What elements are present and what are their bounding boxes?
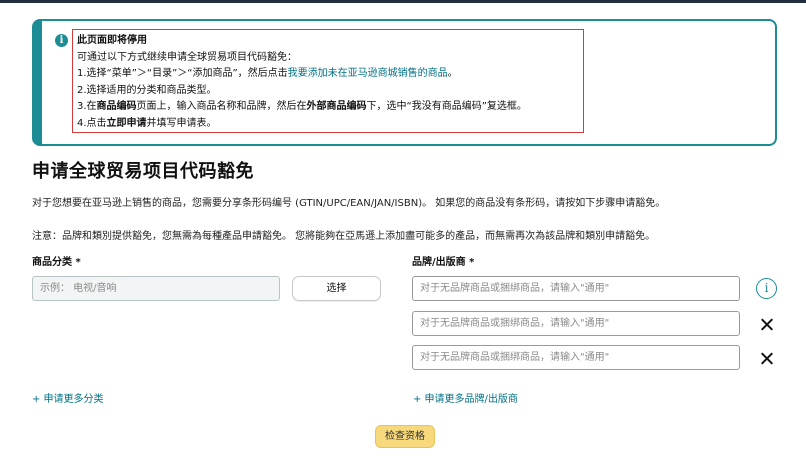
close-icon[interactable] (760, 352, 773, 365)
alert-step-2: 2.选择适用的分类和商品类型。 (77, 84, 217, 96)
page-note: 注意：品牌和類別提供豁免，您無需為每種產品申請豁免。 您將能夠在亞馬遜上添加盡可… (32, 231, 656, 242)
category-label: 商品分类 * (32, 257, 81, 268)
alert-intro: 可通过以下方式继续申请全球贸易项目代码豁免： (77, 51, 297, 63)
alert-step-4-b: 立即申请 (106, 117, 147, 129)
info-icon[interactable]: i (756, 278, 777, 299)
alert-step-3: 3.在商品编码页面上，输入商品名称和品牌，然后在外部商品编码下，选中“我没有商品… (77, 99, 579, 116)
alert-step-1: 1.选择“菜单”＞“目录”＞“添加商品”，然后点击我要添加未在亚马逊商城销售的商… (77, 66, 579, 83)
info-icon: i (55, 34, 68, 47)
add-product-link[interactable]: 我要添加未在亚马逊商城销售的商品 (288, 68, 448, 79)
alert-step-4-c: 并填写申请表。 (146, 117, 217, 129)
page-title: 申请全球贸易项目代码豁免 (32, 161, 254, 182)
check-eligibility-button[interactable]: 检查资格 (375, 425, 435, 448)
page-description: 对于您想要在亚马逊上销售的商品，您需要分享条形码编号 (GTIN/UPC/EAN… (32, 198, 666, 209)
add-more-brands-link[interactable]: + 申请更多品牌/出版商 (413, 390, 518, 405)
brand-input-3[interactable]: 对于无品牌商品或捆绑商品，请输入"通用" (412, 345, 740, 370)
brand-label: 品牌/出版商 * (412, 257, 475, 268)
top-bar (0, 0, 806, 3)
alert-message: 此页面即将停用 可通过以下方式继续申请全球贸易项目代码豁免： 1.选择“菜单”＞… (72, 29, 584, 133)
alert-step-3-a: 3.在 (77, 101, 97, 112)
alert-step-1-end: 。 (447, 68, 458, 79)
alert-step-4: 4.点击立即申请并填写申请表。 (77, 116, 579, 133)
add-more-categories-link[interactable]: + 申请更多分类 (32, 390, 104, 405)
category-input[interactable]: 示例： 电视/音响 (32, 276, 280, 301)
select-category-button[interactable]: 选择 (292, 276, 381, 301)
alert-step-4-a: 4.点击 (77, 117, 107, 129)
brand-input-1[interactable]: 对于无品牌商品或捆绑商品，请输入"通用" (412, 276, 740, 301)
alert-title: 此页面即将停用 (77, 35, 147, 46)
alert-step-3-e: 下，选中“我没有商品编码”复选框。 (366, 101, 527, 112)
alert-step-3-d: 外部商品编码 (306, 101, 367, 112)
close-icon[interactable] (760, 318, 773, 331)
alert-step-3-b: 商品编码 (96, 101, 137, 112)
alert-step-3-c: 页面上，输入商品名称和品牌，然后在 (136, 101, 307, 112)
brand-input-2[interactable]: 对于无品牌商品或捆绑商品，请输入"通用" (412, 311, 740, 336)
alert-step-1-text: 1.选择“菜单”＞“目录”＞“添加商品”，然后点击 (77, 68, 288, 79)
